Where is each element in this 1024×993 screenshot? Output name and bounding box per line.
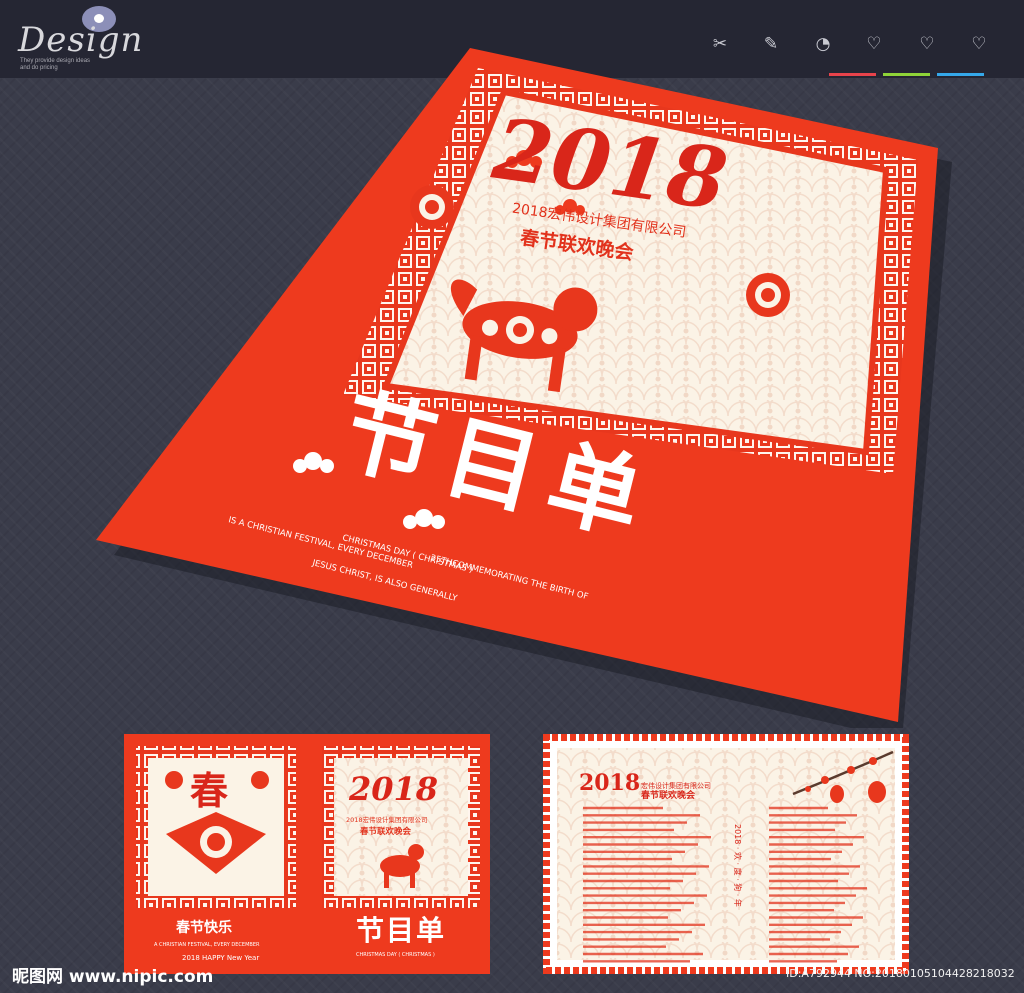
program-side-text: 2018 · 欢 · 度 · 狗 · 年 bbox=[733, 824, 743, 907]
program-event: 春节联欢晚会 bbox=[640, 789, 696, 801]
back-en: A CHRISTIAN FESTIVAL, EVERY DECEMBER bbox=[154, 942, 260, 948]
front-headline: 节目单 bbox=[356, 914, 446, 947]
front-event: 春节联欢晚会 bbox=[359, 826, 412, 837]
back-title: 春节快乐 bbox=[175, 919, 232, 936]
front-company: 2018宏伟设计集团有限公司 bbox=[346, 815, 428, 824]
chun-glyph: 春 bbox=[190, 768, 228, 813]
front-year: 2018 bbox=[348, 770, 438, 808]
cover-spread-thumbnail[interactable]: 春 春节快乐 A CHRISTIAN FESTIVAL, EVERY DECEM… bbox=[124, 734, 490, 974]
program-page-thumbnail[interactable]: 2018 宏伟设计集团有限公司 春节联欢晚会 2018 · 欢 · 度 · 狗 … bbox=[543, 734, 909, 974]
program-company: 宏伟设计集团有限公司 bbox=[641, 781, 711, 790]
program-year: 2018 bbox=[579, 770, 640, 796]
back-footer: 2018 HAPPY New Year bbox=[182, 954, 259, 962]
image-id: ID:A792944 NO:20180105104428218032 bbox=[786, 967, 1015, 980]
logo-tagline: They provide design ideas and do pricing bbox=[20, 58, 91, 71]
front-en: CHRISTMAS DAY ( CHRISTMAS ) bbox=[356, 952, 435, 958]
main-poster-mockup: 2018 2018宏伟设计集团有限公司 春节联欢晚会 节目单 IS A CHRI… bbox=[96, 48, 952, 728]
nipic-watermark: 昵图网 www.nipic.com bbox=[12, 967, 214, 987]
